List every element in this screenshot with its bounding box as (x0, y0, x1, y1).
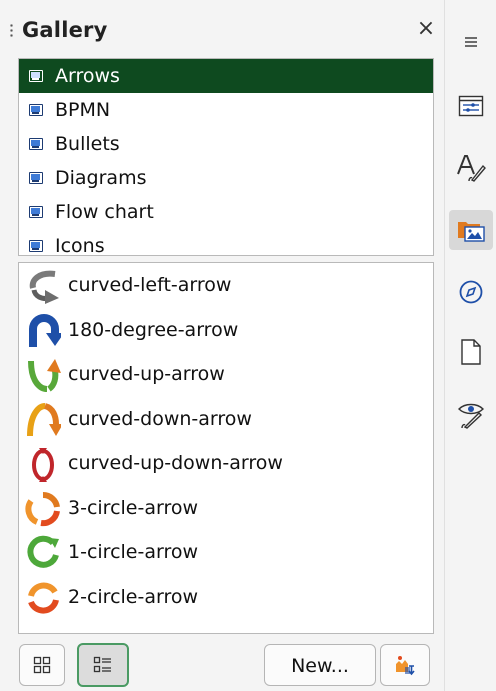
theme-icon (29, 206, 43, 218)
sidebar-tab-style-inspector[interactable] (449, 396, 493, 436)
drag-handle-icon[interactable] (10, 23, 13, 39)
list-item[interactable]: 3-circle-arrow (19, 486, 433, 531)
sidebar-tab-styles[interactable] (449, 148, 493, 188)
3-circle-arrow-icon (25, 491, 60, 526)
list-item[interactable]: curved-left-arrow (19, 263, 433, 308)
theme-icon (29, 138, 43, 150)
theme-properties-button[interactable] (380, 644, 430, 686)
theme-icon (29, 104, 43, 116)
item-label: curved-up-down-arrow (68, 452, 283, 474)
gallery-header: Gallery × (0, 0, 444, 58)
panel-title: Gallery (22, 18, 108, 42)
sidebar-tabbar (444, 0, 496, 691)
2-circle-arrow-icon (28, 582, 59, 614)
list-item[interactable]: curved-up-arrow (19, 352, 433, 397)
theme-label: Diagrams (55, 167, 147, 189)
detail-view-button[interactable] (77, 643, 129, 687)
curved-up-down-arrow-icon (32, 448, 54, 482)
gallery-item-list[interactable]: curved-left-arrow 180-degree-arrow curve… (18, 262, 434, 634)
theme-item-arrows[interactable]: Arrows (19, 59, 433, 93)
sidebar-tab-properties[interactable] (449, 86, 493, 126)
curved-up-arrow-icon (28, 359, 61, 392)
theme-icon (29, 172, 43, 184)
item-label: curved-up-arrow (68, 363, 225, 385)
curved-left-arrow-icon (29, 270, 59, 304)
sidebar-tab-navigator[interactable] (449, 272, 493, 312)
icon-view-icon (33, 656, 51, 674)
list-item[interactable]: 2-circle-arrow (19, 575, 433, 620)
sidebar-tab-gallery[interactable] (449, 210, 493, 250)
sidebar-tab-page[interactable] (449, 332, 493, 372)
close-button[interactable]: × (414, 15, 438, 43)
item-label: 180-degree-arrow (68, 318, 239, 341)
list-item[interactable]: curved-up-down-arrow (19, 441, 433, 486)
list-item[interactable]: 1-circle-arrow (19, 530, 433, 575)
item-label: curved-down-arrow (68, 407, 252, 430)
theme-list[interactable]: Arrows BPMN Bullets Diagrams Flow chart … (18, 58, 434, 256)
theme-label: Flow chart (55, 201, 154, 223)
theme-label: BPMN (55, 99, 111, 121)
1-circle-arrow-icon (27, 535, 59, 568)
curved-down-arrow-icon (27, 402, 61, 436)
gallery-icon (458, 222, 485, 242)
theme-item-diagrams[interactable]: Diagrams (19, 161, 433, 195)
theme-label: Bullets (55, 133, 120, 155)
styles-icon (457, 155, 486, 182)
style-inspector-icon (458, 403, 484, 429)
180-degree-arrow-icon (29, 313, 61, 347)
sidebar-menu-button[interactable] (449, 22, 493, 62)
detail-view-icon (93, 656, 111, 673)
new-theme-button[interactable]: New... (264, 644, 376, 686)
theme-label: Icons (55, 235, 105, 256)
item-label: 2-circle-arrow (68, 585, 199, 608)
theme-properties-icon (396, 656, 415, 676)
properties-icon (458, 95, 484, 117)
navigator-icon (459, 280, 483, 304)
theme-item-flow-chart[interactable]: Flow chart (19, 195, 433, 229)
icon-view-button[interactable] (19, 644, 65, 686)
theme-item-icons[interactable]: Icons (19, 229, 433, 256)
item-label: 1-circle-arrow (68, 541, 199, 563)
theme-item-bullets[interactable]: Bullets (19, 127, 433, 161)
new-button-label: New... (291, 655, 349, 677)
theme-icon (29, 70, 43, 82)
page-icon (461, 339, 481, 365)
item-label: curved-left-arrow (68, 274, 232, 296)
list-item[interactable]: curved-down-arrow (19, 397, 433, 442)
menu-icon (465, 37, 477, 47)
list-item[interactable]: 180-degree-arrow (19, 308, 433, 353)
theme-label: Arrows (55, 65, 120, 87)
theme-icon (29, 240, 43, 252)
item-label: 3-circle-arrow (68, 496, 199, 519)
theme-item-bpmn[interactable]: BPMN (19, 93, 433, 127)
